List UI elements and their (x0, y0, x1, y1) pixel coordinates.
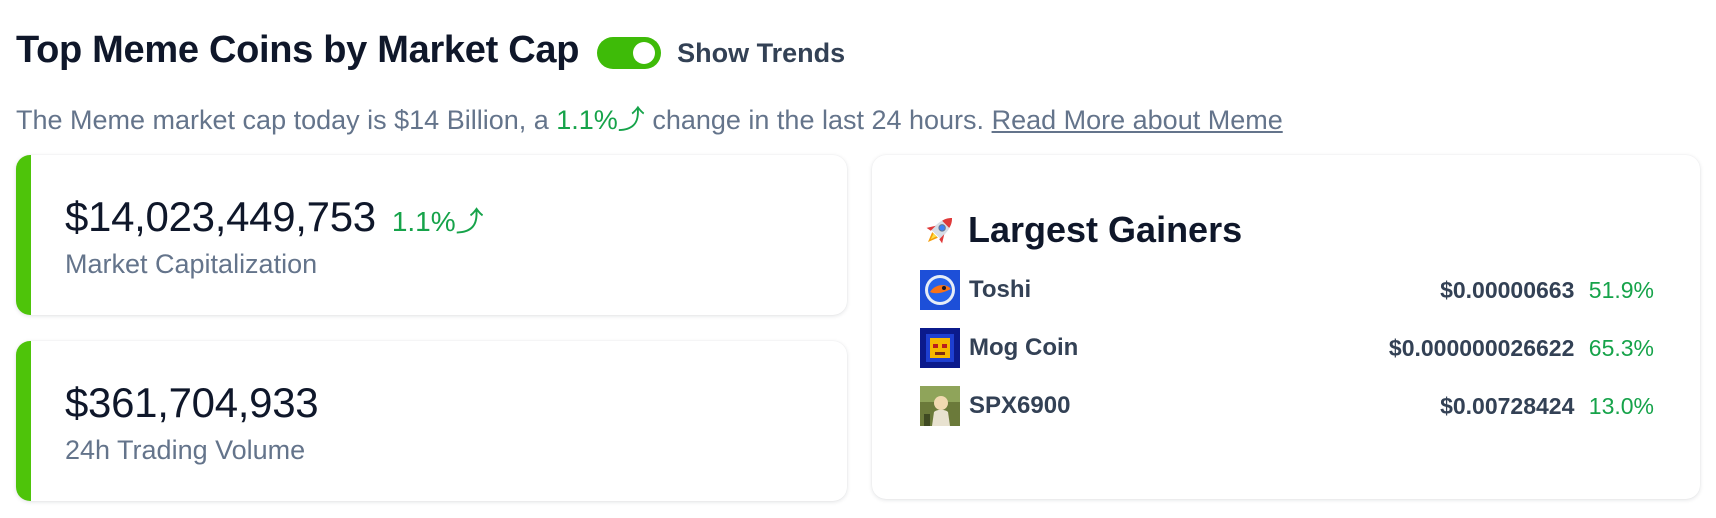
coin-stats: $0.000000026622 65.3% (1389, 335, 1654, 362)
gainer-row-mog-coin[interactable]: Mog Coin $0.000000026622 65.3% (920, 327, 1654, 369)
coin-stats: $0.00000663 51.9% (1440, 277, 1654, 304)
mog-coin-icon (920, 328, 960, 368)
gainers-heading: Largest Gainers (920, 209, 1242, 251)
card-accent-bar (16, 341, 31, 501)
summary-prefix: The Meme market cap today is $14 Billion… (16, 105, 549, 135)
summary-change: 1.1%⤴ (556, 105, 645, 135)
market-cap-card: $14,023,449,753 1.1%⤴ Market Capitalizat… (16, 155, 847, 315)
market-cap-change: 1.1%⤴ (391, 206, 484, 237)
coin-change: 51.9% (1588, 276, 1654, 303)
card-accent-bar (16, 155, 31, 315)
header: Top Meme Coins by Market Cap Show Trends (16, 22, 1700, 78)
coin-name: SPX6900 (969, 392, 1071, 419)
coin-price: $0.00728424 (1440, 392, 1575, 419)
gainer-row-toshi[interactable]: Toshi $0.00000663 51.9% (920, 269, 1654, 311)
volume-body: $361,704,933 24h Trading Volume (65, 379, 319, 466)
coin-price: $0.000000026622 (1388, 334, 1575, 361)
gainer-row-spx6900[interactable]: SPX6900 $0.00728424 13.0% (920, 385, 1654, 427)
market-cap-body: $14,023,449,753 1.1%⤴ Market Capitalizat… (65, 193, 484, 280)
coin-stats: $0.00728424 13.0% (1440, 393, 1654, 420)
coin-name: Mog Coin (969, 334, 1079, 361)
summary-suffix: change in the last 24 hours. (652, 105, 985, 135)
market-cap-value: $14,023,449,753 (65, 193, 376, 240)
page: Top Meme Coins by Market Cap Show Trends… (0, 0, 1716, 518)
market-cap-value-row: $14,023,449,753 1.1%⤴ (65, 193, 484, 241)
rocket-icon (926, 217, 953, 244)
coin-change: 13.0% (1588, 392, 1654, 419)
show-trends-toggle[interactable] (597, 37, 662, 69)
volume-card: $361,704,933 24h Trading Volume (16, 341, 847, 501)
spx6900-coin-icon (920, 386, 960, 426)
coin-change: 65.3% (1588, 334, 1654, 361)
market-cap-label: Market Capitalization (65, 249, 318, 279)
read-more-link[interactable]: Read More about Meme (992, 105, 1283, 135)
show-trends-label[interactable]: Show Trends (677, 38, 845, 69)
market-summary: The Meme market cap today is $14 Billion… (16, 98, 1700, 137)
toshi-coin-icon (920, 270, 960, 310)
volume-value: $361,704,933 (65, 379, 319, 426)
largest-gainers-card: Largest Gainers Toshi $0.00000663 51.9% (872, 155, 1700, 499)
volume-label: 24h Trading Volume (65, 435, 306, 465)
gainers-title: Largest Gainers (968, 209, 1243, 250)
coin-name: Toshi (969, 276, 1032, 303)
volume-value-row: $361,704,933 (65, 379, 319, 427)
toggle-knob (633, 42, 656, 64)
coin-price: $0.00000663 (1440, 276, 1575, 303)
page-title: Top Meme Coins by Market Cap (16, 28, 580, 71)
